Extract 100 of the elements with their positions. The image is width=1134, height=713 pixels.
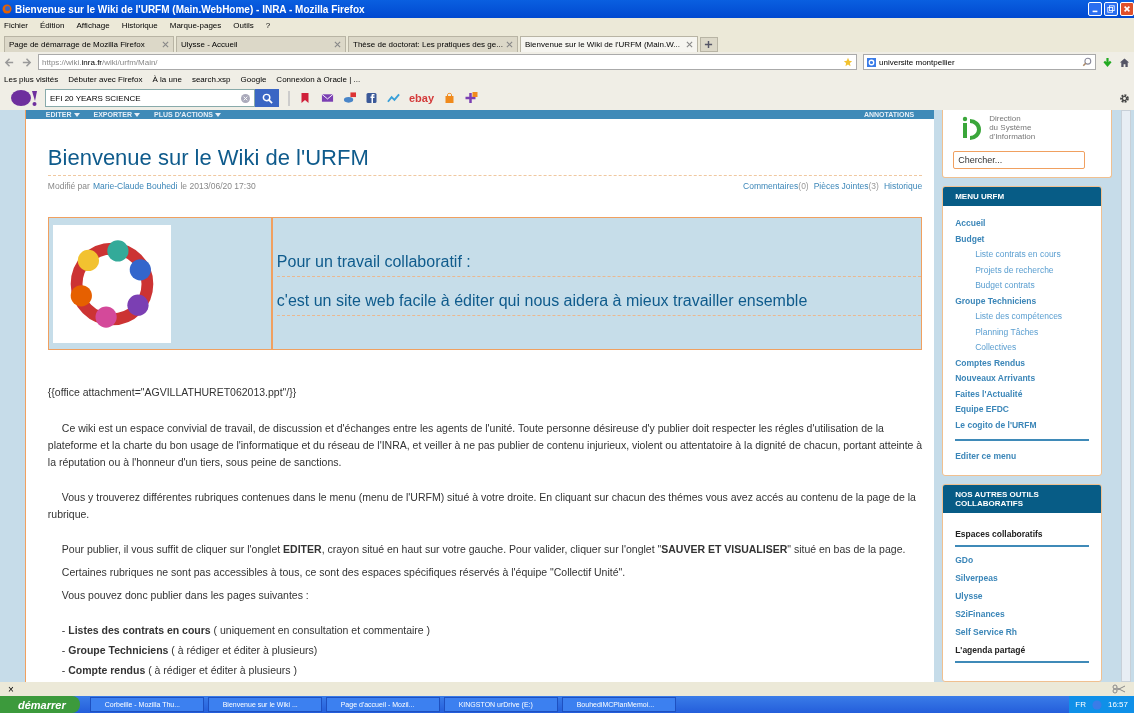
- close-find-bar-button[interactable]: ×: [8, 683, 14, 695]
- browser-tab[interactable]: Page de démarrage de Mozilla Firefox: [4, 36, 174, 52]
- menu-item[interactable]: Fichier: [4, 20, 28, 30]
- browser-tab[interactable]: Ulysse - Accueil: [176, 36, 346, 52]
- mail-icon[interactable]: [321, 92, 334, 104]
- search-icon[interactable]: [1082, 57, 1092, 67]
- shopping-bag-icon[interactable]: [443, 92, 457, 104]
- submenu-link[interactable]: Planning Tâches: [955, 324, 1090, 340]
- home-icon[interactable]: [1119, 56, 1130, 68]
- paragraph: Vous y trouverez différentes rubriques contenues dans le menu (menu de l'URFM) situé à votre droite. En cliquant sur chacun des thémes vous avez accés au contenu de la page de la rubrique.: [47, 490, 917, 522]
- address-field[interactable]: https://wiki.inra.fr/wiki/urfm/Main/: [38, 54, 857, 70]
- banner-text: c'est un site web facile à éditer qui nous aidera à mieux travailler ensemble: [276, 287, 922, 316]
- menu-link[interactable]: Equipe EFDC: [955, 402, 1090, 418]
- submenu-link[interactable]: Liste contrats en cours: [955, 247, 1090, 263]
- start-button[interactable]: démarrer: [0, 696, 80, 713]
- section-heading: Espaces collaboratifs: [955, 528, 1044, 539]
- download-icon[interactable]: [1102, 56, 1113, 68]
- menu-item[interactable]: Outils: [233, 20, 254, 30]
- language-indicator[interactable]: FR: [1075, 700, 1086, 709]
- page-info-link[interactable]: Pièces Jointes(3): [813, 181, 879, 191]
- menu-link[interactable]: Accueil: [955, 216, 1090, 232]
- tool-link[interactable]: Self Service Rh: [955, 626, 1090, 637]
- list-item: - Compte rendus ( à rédiger et éditer à plusieurs ): [61, 663, 299, 678]
- weather-icon[interactable]: [343, 92, 356, 104]
- submenu-link[interactable]: Liste des compétences: [955, 309, 1090, 325]
- scrollbar[interactable]: [1121, 110, 1131, 682]
- tool-link[interactable]: Silverpeas: [955, 572, 1090, 583]
- page-title: Bienvenue sur le Wiki de l'URFM: [47, 145, 923, 176]
- menu-link[interactable]: Le cogito de l'URFM: [955, 417, 1090, 433]
- close-tab-icon[interactable]: [162, 41, 169, 48]
- menu-link[interactable]: Nouveaux Arrivants: [955, 371, 1090, 387]
- close-tab-icon[interactable]: [685, 41, 693, 48]
- clear-icon[interactable]: [241, 93, 250, 103]
- bookmark-link[interactable]: À la une: [152, 74, 182, 84]
- modified-date: le 2013/06/20 17:30: [180, 181, 256, 191]
- new-tab-button[interactable]: [699, 37, 718, 52]
- plus-icon: [704, 40, 714, 49]
- chart-icon[interactable]: [387, 92, 400, 104]
- bookmark-link[interactable]: Les plus visités: [4, 74, 59, 84]
- search-field[interactable]: universite montpellier: [863, 54, 1096, 70]
- bookmark-link[interactable]: Google: [240, 74, 267, 84]
- tool-link[interactable]: GDo: [955, 554, 1090, 565]
- tool-link[interactable]: Ulysse: [955, 590, 1090, 601]
- forward-icon[interactable]: [21, 56, 32, 68]
- back-icon[interactable]: [4, 56, 15, 68]
- menu-link[interactable]: Comptes Rendus: [955, 355, 1090, 371]
- menu-item[interactable]: Affichage: [76, 20, 110, 30]
- search-button[interactable]: [255, 89, 279, 107]
- caret-icon: [134, 112, 141, 117]
- scissors-icon: [1112, 684, 1126, 694]
- submenu-link[interactable]: Budget contrats: [955, 278, 1090, 294]
- bookmark-link[interactable]: Connexion à Oracle | ...: [276, 74, 361, 84]
- minimize-icon: [1092, 10, 1098, 13]
- menu-item[interactable]: ?: [265, 20, 271, 30]
- facebook-icon[interactable]: [365, 92, 378, 104]
- panel-title: NOS AUTRES OUTILS COLLABORATIFS: [943, 484, 1102, 513]
- submenu-link[interactable]: Collectives: [955, 340, 1090, 356]
- menu-item[interactable]: Historique: [121, 20, 158, 30]
- paragraph: Pour publier, il vous suffit de cliquer sur l'onglet EDITER, crayon situé en haut sur votre gauche. Pour valider, cliquer sur l'onglet "SAUVER ET VISUALISER" situé en bas de la page.: [60, 542, 907, 557]
- menu-link[interactable]: Groupe Techniciens: [955, 293, 1090, 309]
- clock: 16:57: [1107, 700, 1128, 709]
- close-tab-icon[interactable]: [334, 41, 341, 48]
- restore-button[interactable]: [1104, 2, 1118, 16]
- plus-icon[interactable]: [465, 92, 479, 104]
- settings-icon[interactable]: [1119, 92, 1130, 104]
- caret-icon: [214, 112, 221, 117]
- page-info-link[interactable]: Historique: [883, 181, 923, 191]
- list-item: - Listes des contrats en cours ( uniquement en consultation et commentaire ): [61, 623, 432, 638]
- window-title: Bienvenue sur le Wiki de l'URFM (Main.WebHome) - INRA - Mozilla Firefox: [15, 3, 366, 15]
- restore-icon: [1107, 5, 1115, 13]
- edit-menu-link[interactable]: Editer ce menu: [955, 449, 1090, 465]
- menu-link[interactable]: Faites l'Actualité: [955, 386, 1090, 402]
- menu-item[interactable]: Édition: [40, 20, 65, 30]
- search-field[interactable]: Chercher...: [953, 151, 1086, 169]
- logo-text: Direction: [989, 114, 1022, 123]
- panel-title: MENU URFM: [943, 187, 1102, 206]
- minimize-button[interactable]: [1088, 2, 1102, 16]
- bookmark-icon[interactable]: [299, 92, 312, 104]
- close-button[interactable]: [1120, 2, 1134, 16]
- bookmark-link[interactable]: Débuter avec Firefox: [68, 74, 143, 84]
- submenu-link[interactable]: Projets de recherche: [955, 262, 1090, 278]
- bookmark-link[interactable]: search.xsp: [191, 74, 231, 84]
- caret-icon: [73, 112, 80, 117]
- search-engine-icon[interactable]: [867, 57, 876, 67]
- menu-item[interactable]: Marque-pages: [169, 20, 222, 30]
- browser-tab[interactable]: Bienvenue sur le Wiki de l'URFM (Main.W...: [520, 36, 698, 52]
- banner-text: Pour un travail collaboratif :: [276, 248, 922, 277]
- browser-tab[interactable]: Thèse de doctorat: Les pratiques des ge...: [348, 36, 518, 52]
- yahoo-logo-icon[interactable]: [10, 89, 40, 107]
- ebay-link[interactable]: ebay: [409, 92, 435, 104]
- close-tab-icon[interactable]: [506, 41, 513, 48]
- toolbar-search-field[interactable]: EFI 20 YEARS SCIENCE: [45, 89, 255, 107]
- paragraph: Certaines rubriques ne sont pas accessibles à tous, ce sont des espaces spécifiques réservés à l'équipe "Collectif Unité".: [60, 565, 627, 580]
- tool-link[interactable]: S2iFinances: [955, 608, 1090, 619]
- paragraph: Vous pouvez donc publier dans les pages suivantes :: [60, 588, 310, 603]
- page-info-link[interactable]: Commentaires(0): [743, 181, 809, 191]
- menu-link[interactable]: Budget: [955, 231, 1090, 247]
- author-link[interactable]: Marie-Claude Bouhedi: [92, 181, 178, 191]
- modified-by-text: Modifié par: [47, 181, 90, 191]
- star-icon[interactable]: [843, 57, 853, 67]
